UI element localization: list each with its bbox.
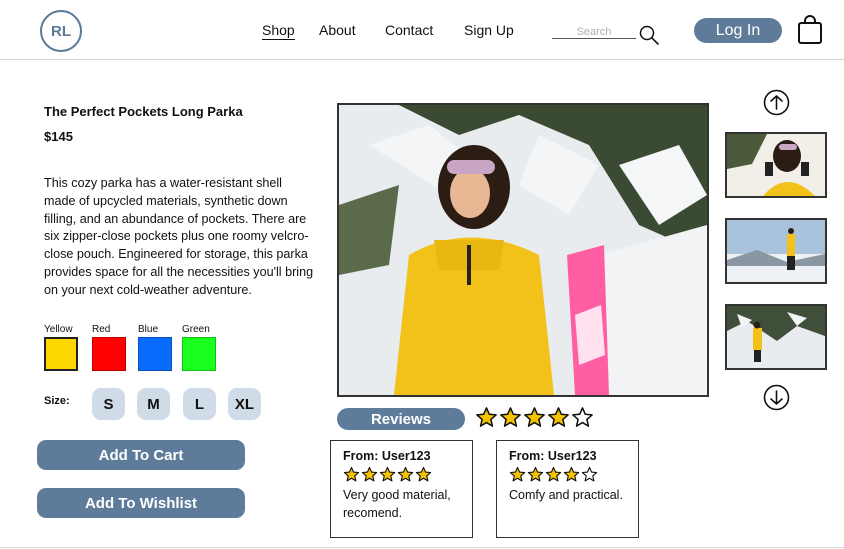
product-title: The Perfect Pockets Long Parka — [44, 104, 243, 119]
nav-shop[interactable]: Shop — [262, 22, 295, 40]
shopping-bag-icon[interactable] — [797, 15, 823, 45]
color-label: Green — [182, 324, 210, 335]
color-option-yellow[interactable]: Yellow — [44, 324, 78, 371]
search-box — [552, 22, 636, 39]
product-description: This cozy parka has a water-resistant sh… — [44, 176, 314, 297]
star-icon — [476, 407, 497, 427]
review-card: From: User123 Comfy and practical. — [496, 440, 639, 538]
size-m-button[interactable]: M — [137, 388, 170, 420]
size-xl-button[interactable]: XL — [228, 388, 261, 420]
login-button[interactable]: Log In — [694, 18, 782, 43]
color-swatch[interactable] — [92, 337, 126, 371]
color-swatch[interactable] — [44, 337, 78, 371]
add-to-wishlist-button[interactable]: Add To Wishlist — [37, 488, 245, 518]
review-author: From: User123 — [509, 449, 597, 463]
nav-contact[interactable]: Contact — [385, 22, 433, 38]
main-product-image[interactable] — [337, 103, 709, 397]
star-icon — [509, 466, 526, 482]
color-label: Red — [92, 324, 111, 335]
reviews-label[interactable]: Reviews — [337, 408, 465, 430]
color-swatch[interactable] — [138, 337, 172, 371]
star-icon — [379, 466, 396, 482]
review-rating-stars — [343, 466, 460, 483]
star-icon — [581, 466, 598, 482]
size-s-button[interactable]: S — [92, 388, 125, 420]
star-icon — [397, 466, 414, 482]
color-option-red[interactable]: Red — [92, 324, 126, 371]
logo[interactable]: RL — [40, 10, 82, 52]
review-card: From: User123 Very good material, recome… — [330, 440, 473, 538]
thumbnail-1[interactable] — [725, 132, 827, 198]
search-input[interactable] — [552, 26, 636, 38]
star-icon — [548, 407, 569, 427]
size-label: Size: — [44, 395, 70, 407]
product-price: $145 — [44, 129, 73, 144]
star-icon — [415, 466, 432, 482]
review-author: From: User123 — [343, 449, 431, 463]
color-option-blue[interactable]: Blue — [138, 324, 172, 371]
star-icon — [500, 407, 521, 427]
color-label: Yellow — [44, 324, 73, 335]
color-swatch[interactable] — [182, 337, 216, 371]
star-icon — [563, 466, 580, 482]
average-rating-stars — [475, 406, 595, 429]
star-icon — [545, 466, 562, 482]
thumbnail-3[interactable] — [725, 304, 827, 370]
review-rating-stars — [509, 466, 626, 483]
search-icon[interactable] — [638, 24, 660, 46]
size-l-button[interactable]: L — [183, 388, 216, 420]
header: RL Shop About Contact Sign Up Log In — [0, 0, 844, 60]
nav-sign-up[interactable]: Sign Up — [464, 22, 514, 38]
footer-divider — [0, 547, 844, 548]
star-icon — [527, 466, 544, 482]
nav-about[interactable]: About — [319, 22, 356, 38]
arrow-down-circle-icon[interactable] — [763, 384, 790, 411]
thumbnail-2[interactable] — [725, 218, 827, 284]
arrow-up-circle-icon[interactable] — [763, 89, 790, 116]
color-option-green[interactable]: Green — [182, 324, 216, 371]
add-to-cart-button[interactable]: Add To Cart — [37, 440, 245, 470]
star-icon — [343, 466, 360, 482]
review-text: Comfy and practical. — [509, 488, 623, 502]
review-text: Very good material, recomend. — [343, 488, 451, 520]
color-label: Blue — [138, 324, 159, 335]
star-icon — [524, 407, 545, 427]
star-icon — [361, 466, 378, 482]
star-icon — [572, 407, 593, 427]
